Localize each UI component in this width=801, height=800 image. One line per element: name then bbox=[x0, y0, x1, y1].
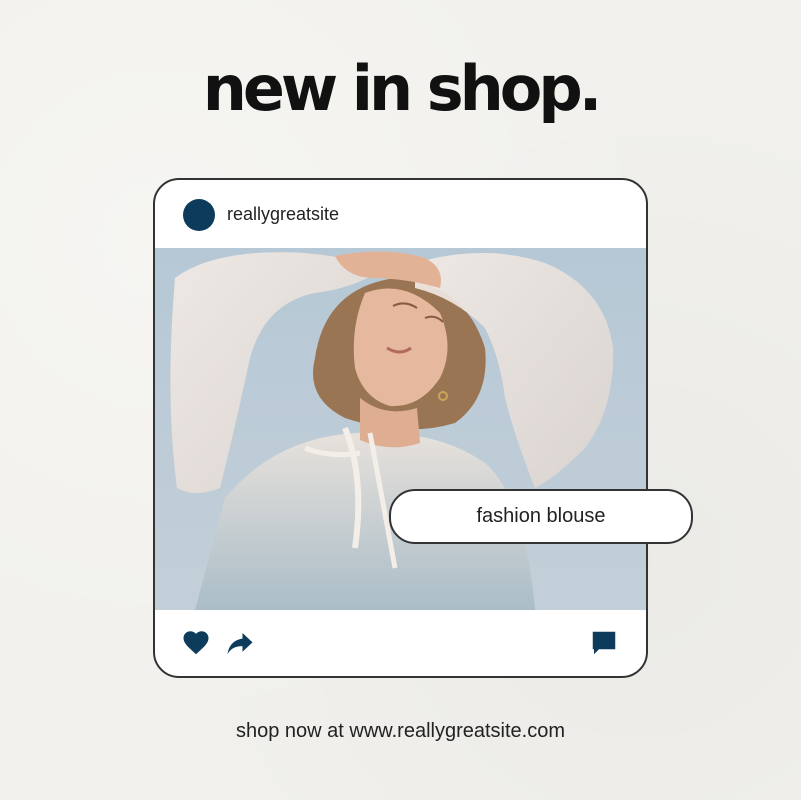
product-tag-label: fashion blouse bbox=[476, 505, 606, 527]
post-card: reallygreatsite bbox=[153, 178, 648, 678]
heart-icon[interactable] bbox=[181, 628, 213, 660]
comment-bubble-icon[interactable] bbox=[589, 628, 621, 660]
share-arrow-icon[interactable] bbox=[225, 628, 257, 660]
post-actions bbox=[155, 610, 646, 676]
username[interactable]: reallygreatsite bbox=[227, 204, 339, 226]
avatar[interactable] bbox=[183, 199, 215, 231]
product-tag[interactable]: fashion blouse bbox=[389, 489, 693, 544]
post-header: reallygreatsite bbox=[155, 180, 646, 248]
post-photo bbox=[155, 248, 646, 610]
headline: new in shop. bbox=[202, 52, 603, 125]
photo-illustration bbox=[155, 248, 646, 610]
footer-text: shop now at www.reallygreatsite.com bbox=[235, 720, 566, 742]
